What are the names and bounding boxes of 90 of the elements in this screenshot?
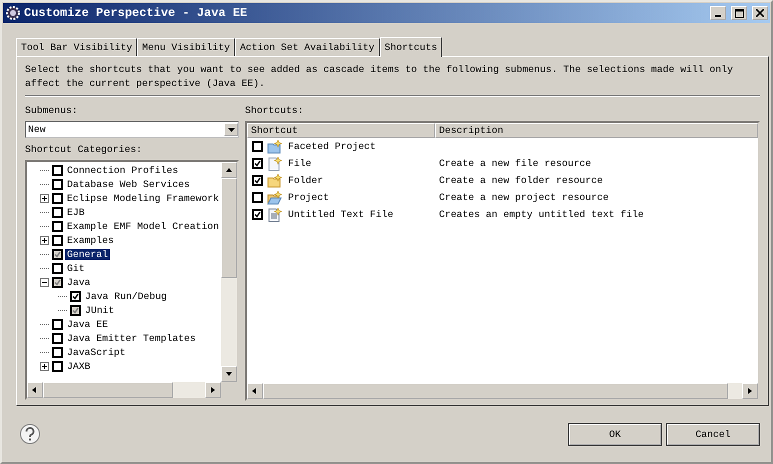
column-header[interactable]: Description bbox=[435, 123, 758, 138]
checkbox[interactable] bbox=[52, 206, 63, 218]
checkbox[interactable] bbox=[52, 318, 63, 330]
horizontal-scrollbar[interactable] bbox=[27, 382, 221, 398]
table-cell-text: Faceted Project bbox=[287, 141, 377, 152]
checkbox[interactable] bbox=[52, 332, 63, 344]
open-folder-icon bbox=[267, 190, 282, 204]
tab[interactable]: Tool Bar Visibility bbox=[16, 38, 138, 56]
checkbox[interactable] bbox=[52, 192, 63, 204]
maximize-icon bbox=[734, 8, 744, 18]
expand-icon[interactable] bbox=[40, 362, 49, 370]
tree-item[interactable]: Examples bbox=[65, 234, 116, 246]
table-cell-text: Project bbox=[287, 192, 330, 203]
gear-icon bbox=[5, 5, 21, 21]
checkbox[interactable] bbox=[252, 192, 263, 203]
right-arrow-icon bbox=[747, 388, 753, 394]
checkbox[interactable] bbox=[252, 141, 263, 152]
dialog-button[interactable]: Cancel bbox=[667, 424, 759, 444]
checkbox[interactable] bbox=[70, 304, 81, 316]
table-cell-text: Folder bbox=[287, 175, 324, 186]
collapse-icon[interactable] bbox=[40, 278, 49, 286]
file-icon bbox=[267, 156, 282, 170]
tree-item[interactable]: Java bbox=[65, 276, 92, 288]
right-arrow-icon bbox=[210, 387, 216, 393]
checkbox[interactable] bbox=[52, 220, 63, 232]
table-cell-text: Create a new project resource bbox=[438, 192, 609, 203]
tree-item[interactable]: Eclipse Modeling Framework bbox=[64, 192, 221, 204]
scroll-up-button[interactable] bbox=[221, 162, 237, 178]
up-arrow-icon bbox=[226, 167, 232, 173]
tree-item[interactable]: Database Web Services bbox=[65, 178, 192, 190]
tree-item[interactable]: General bbox=[65, 248, 110, 260]
checkbox[interactable] bbox=[52, 178, 63, 190]
table-cell-text: Creates an empty untitled text file bbox=[438, 209, 644, 220]
table-cell-text: Untitled Text File bbox=[287, 209, 394, 220]
instructions-text: Select the shortcuts that you want to see added as cascade items to the following submenus. The selections made will only affect the current perspective (Java EE). bbox=[25, 63, 734, 91]
tab[interactable]: Action Set Availability bbox=[234, 38, 380, 56]
checkbox[interactable] bbox=[70, 290, 81, 302]
shortcuts-label: Shortcuts: bbox=[245, 105, 305, 118]
submenus-label: Submenus: bbox=[25, 105, 79, 118]
scroll-right-button[interactable] bbox=[742, 383, 758, 399]
checkbox[interactable] bbox=[52, 164, 63, 176]
tree-item[interactable]: JAXB bbox=[65, 360, 92, 372]
scrollbar-thumb[interactable] bbox=[43, 382, 173, 398]
tree-item[interactable]: EJB bbox=[65, 206, 87, 218]
scroll-down-button[interactable] bbox=[221, 366, 237, 382]
submenus-dropdown[interactable]: New bbox=[25, 121, 239, 138]
help-icon[interactable] bbox=[20, 424, 40, 444]
scroll-left-button[interactable] bbox=[247, 383, 263, 399]
checkbox[interactable] bbox=[52, 360, 63, 372]
table-cell-text: Create a new folder resource bbox=[438, 175, 603, 186]
down-arrow-icon bbox=[226, 371, 232, 377]
text-file-icon bbox=[267, 208, 282, 222]
table-cell-text: File bbox=[287, 158, 312, 169]
vertical-scrollbar[interactable] bbox=[221, 162, 237, 382]
checkbox[interactable] bbox=[252, 209, 263, 220]
close-icon bbox=[756, 9, 764, 17]
checkbox[interactable] bbox=[52, 234, 63, 246]
column-header[interactable]: Shortcut bbox=[247, 123, 435, 138]
close-button[interactable] bbox=[752, 6, 768, 20]
scrollbar-thumb[interactable] bbox=[221, 178, 237, 278]
checkbox[interactable] bbox=[52, 248, 63, 260]
tree-item[interactable]: Java Run/Debug bbox=[83, 290, 169, 302]
table-cell-text: Create a new file resource bbox=[438, 158, 592, 169]
tree-item[interactable]: Git bbox=[65, 262, 87, 274]
tree-item[interactable]: Example EMF Model Creation bbox=[64, 220, 221, 232]
checkbox[interactable] bbox=[252, 158, 263, 169]
folder-icon bbox=[267, 174, 282, 188]
scroll-left-button[interactable] bbox=[27, 382, 43, 398]
expand-icon[interactable] bbox=[40, 236, 49, 244]
tree-item[interactable]: Java Emitter Templates bbox=[65, 332, 198, 344]
checkbox[interactable] bbox=[252, 175, 263, 186]
folder-icon bbox=[267, 140, 282, 154]
tree-item[interactable]: JUnit bbox=[83, 304, 116, 316]
left-arrow-icon bbox=[252, 388, 258, 394]
tab[interactable]: Shortcuts bbox=[380, 37, 442, 57]
maximize-button[interactable] bbox=[731, 6, 747, 20]
tree-item[interactable]: JavaScript bbox=[65, 346, 128, 358]
tree-item[interactable]: Java EE bbox=[65, 318, 110, 330]
tab[interactable]: Menu Visibility bbox=[137, 38, 235, 56]
dialog-button[interactable]: OK bbox=[569, 424, 661, 444]
checkbox[interactable] bbox=[52, 276, 63, 288]
checkbox[interactable] bbox=[52, 262, 63, 274]
window-title: Customize Perspective - Java EE bbox=[24, 6, 248, 20]
expand-icon[interactable] bbox=[40, 194, 49, 202]
categories-label: Shortcut Categories: bbox=[25, 144, 144, 157]
scroll-right-button[interactable] bbox=[205, 382, 221, 398]
tree-item[interactable]: Connection Profiles bbox=[65, 164, 180, 176]
minimize-button[interactable] bbox=[710, 6, 726, 20]
left-arrow-icon bbox=[32, 387, 38, 393]
checkbox[interactable] bbox=[52, 346, 63, 358]
